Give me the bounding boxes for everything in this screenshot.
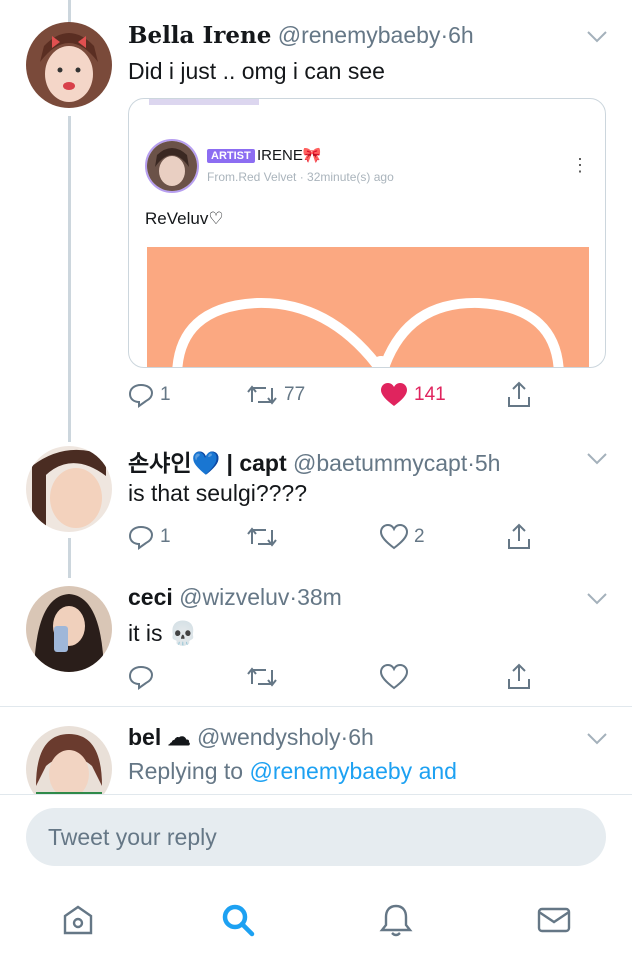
notifications-icon xyxy=(379,904,413,937)
reply-icon xyxy=(128,665,154,690)
tweet-actions xyxy=(128,662,548,692)
chevron-down-icon[interactable] xyxy=(586,592,608,606)
retweet-icon xyxy=(247,385,277,405)
reply-action[interactable]: 1 xyxy=(128,522,171,552)
tweet[interactable]: 손샤인💙 | capt @baetummycapt·5h is that seu… xyxy=(0,444,632,584)
retweet-action[interactable] xyxy=(246,522,278,552)
quoted-card[interactable]: ARTIST IRENE🎀 From.Red Velvet · 32minute… xyxy=(128,98,606,368)
more-options-icon[interactable]: ⋮ xyxy=(571,155,589,176)
separator: · xyxy=(440,22,449,48)
like-action[interactable]: 2 xyxy=(380,522,425,552)
tweet[interactable]: Bella Irene @renemybaeby·6h Did i just .… xyxy=(0,22,632,442)
chevron-down-icon[interactable] xyxy=(586,452,608,466)
retweet-icon xyxy=(247,667,277,687)
reply-action[interactable] xyxy=(128,662,154,692)
avatar[interactable] xyxy=(26,726,112,794)
search-icon xyxy=(222,904,255,937)
quoted-avatar xyxy=(145,139,199,193)
display-name[interactable]: Bella Irene xyxy=(128,22,271,49)
share-icon xyxy=(508,381,530,407)
tweet-header: 손샤인💙 | capt @baetummycapt·5h xyxy=(128,444,500,478)
retweet-action[interactable] xyxy=(246,662,278,692)
tweet-actions: 1 77 141 xyxy=(128,380,548,410)
replying-prefix: Replying to xyxy=(128,758,250,784)
reply-icon xyxy=(128,525,154,550)
retweet-icon xyxy=(247,527,277,547)
tab-home[interactable] xyxy=(48,880,108,960)
display-name[interactable]: 손샤인💙 | capt xyxy=(128,450,287,476)
quoted-image xyxy=(147,247,589,367)
reply-input[interactable]: Tweet your reply xyxy=(26,808,606,866)
tab-messages[interactable] xyxy=(524,880,584,960)
heart-icon xyxy=(380,664,408,690)
reply-count: 1 xyxy=(160,384,171,405)
handle[interactable]: @renemybaeby xyxy=(278,22,441,48)
heart-icon xyxy=(380,524,408,550)
tweet-header: bel ☁ @wendysholy·6h xyxy=(128,724,374,751)
quoted-source: From.Red Velvet · 32minute(s) ago xyxy=(207,170,394,184)
share-action[interactable] xyxy=(506,662,532,692)
like-action[interactable] xyxy=(380,662,408,692)
artist-badge: ARTIST xyxy=(207,149,255,163)
tweet-header: Bella Irene @renemybaeby·6h xyxy=(128,22,474,49)
share-icon xyxy=(508,663,530,689)
display-name[interactable]: ceci xyxy=(128,584,173,610)
share-icon xyxy=(508,523,530,549)
like-action[interactable]: 141 xyxy=(380,380,446,410)
like-count: 141 xyxy=(414,384,446,405)
tweet-header: ceci @wizveluv·38m xyxy=(128,584,342,611)
timestamp[interactable]: 5h xyxy=(475,450,501,476)
handle[interactable]: @wendysholy xyxy=(197,724,341,750)
handle[interactable]: @wizveluv xyxy=(179,584,289,610)
divider xyxy=(0,794,632,795)
timestamp[interactable]: 38m xyxy=(297,584,342,610)
avatar[interactable] xyxy=(26,446,112,532)
heart-icon xyxy=(381,383,407,406)
avatar[interactable] xyxy=(26,22,112,108)
reply-placeholder: Tweet your reply xyxy=(48,824,217,850)
tab-notifications[interactable] xyxy=(366,880,426,960)
timestamp[interactable]: 6h xyxy=(348,724,374,750)
display-name[interactable]: bel ☁ xyxy=(128,724,191,750)
divider xyxy=(0,706,632,707)
timestamp[interactable]: 6h xyxy=(448,22,474,48)
reply-action[interactable]: 1 xyxy=(128,380,171,410)
thread-line xyxy=(68,0,71,24)
retweet-action[interactable]: 77 xyxy=(246,380,305,410)
handle[interactable]: @baetummycapt xyxy=(293,450,467,476)
retweet-count: 77 xyxy=(284,384,306,405)
tweet-text: it is 💀 xyxy=(128,620,198,646)
chevron-down-icon[interactable] xyxy=(586,30,608,44)
reply-icon xyxy=(128,383,154,408)
tab-search[interactable] xyxy=(208,880,268,960)
quoted-text: ReVeluv♡ xyxy=(145,209,224,228)
messages-icon xyxy=(537,907,571,933)
like-count: 2 xyxy=(414,526,425,547)
tweet[interactable]: ceci @wizveluv·38m it is 💀 xyxy=(0,584,632,704)
tab-bar xyxy=(0,880,632,960)
share-action[interactable] xyxy=(506,522,532,552)
replying-to: Replying to @renemybaeby and xyxy=(128,758,457,785)
tweet-actions: 1 2 xyxy=(128,522,548,552)
replying-to-link[interactable]: @renemybaeby and xyxy=(249,758,456,784)
share-action[interactable] xyxy=(506,380,532,410)
card-strip xyxy=(149,99,259,105)
tweet-text: Did i just .. omg i can see xyxy=(128,58,385,84)
quoted-author: IRENE🎀 xyxy=(257,147,322,164)
home-icon xyxy=(63,905,93,935)
separator: · xyxy=(467,450,475,476)
reply-count: 1 xyxy=(160,526,171,547)
tweet[interactable]: bel ☁ @wendysholy·6h Replying to @renemy… xyxy=(0,724,632,794)
tweet-text: is that seulgi???? xyxy=(128,480,308,506)
chevron-down-icon[interactable] xyxy=(586,732,608,746)
avatar[interactable] xyxy=(26,586,112,672)
separator: · xyxy=(289,584,298,610)
